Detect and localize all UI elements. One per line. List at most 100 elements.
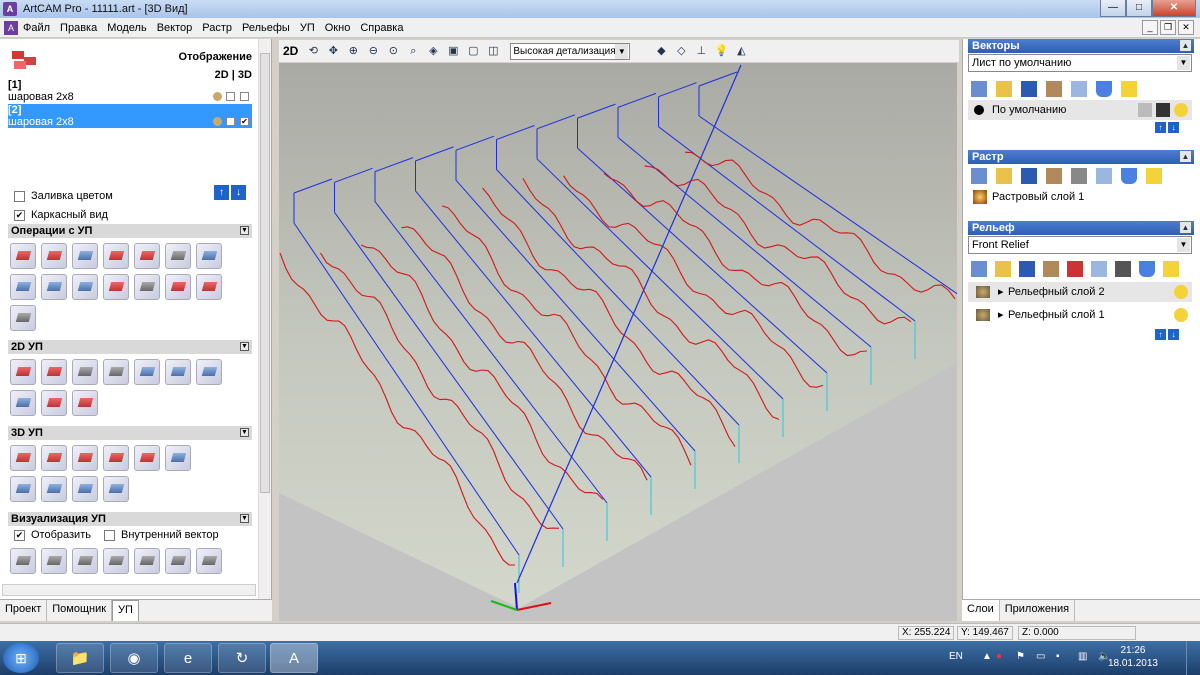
- edit-layer-icon[interactable]: [1156, 103, 1170, 117]
- move-up-icon[interactable]: ↑: [214, 185, 229, 200]
- section-2d-toolpaths[interactable]: 2D УП ▼: [8, 340, 252, 354]
- visibility-icon[interactable]: [1174, 308, 1188, 322]
- machine-vector-icon[interactable]: [72, 445, 98, 471]
- fill-color-option[interactable]: Заливка цветом: [14, 190, 113, 202]
- toolpath-tiling-icon[interactable]: [165, 274, 191, 300]
- move-relief-up-icon[interactable]: ↑: [1155, 329, 1166, 340]
- delete-relief-layer-icon[interactable]: [1139, 261, 1155, 277]
- toolpath-editor-icon[interactable]: [10, 305, 36, 331]
- menu-toolpaths[interactable]: УП: [295, 22, 320, 34]
- inner-vector-option[interactable]: Внутренний вектор: [104, 529, 219, 541]
- scrollbar-thumb[interactable]: [260, 53, 270, 493]
- merge-vector-layer-icon[interactable]: [1071, 81, 1087, 97]
- toolpath-order-icon[interactable]: [134, 274, 160, 300]
- wireframe-checkbox[interactable]: ✔: [14, 209, 25, 221]
- plane-icon[interactable]: ◭: [732, 42, 750, 60]
- artcam-app-icon[interactable]: A: [3, 2, 17, 16]
- ie-taskbar-icon[interactable]: e: [164, 643, 212, 673]
- toolpath-1-checkbox-b[interactable]: [240, 92, 249, 101]
- v-bit-carving-icon[interactable]: [72, 359, 98, 385]
- new-relief-layer-icon[interactable]: [971, 261, 987, 277]
- pan-icon[interactable]: ✥: [324, 42, 342, 60]
- raster-layer-1[interactable]: Растровый слой 1: [968, 187, 1192, 207]
- bevel-carving-icon[interactable]: [103, 359, 129, 385]
- collapse-icon[interactable]: ▼: [240, 342, 249, 351]
- relief-layer-2[interactable]: ▸ Рельефный слой 2: [968, 282, 1192, 302]
- simulate-region-icon[interactable]: [72, 548, 98, 574]
- toolpath-points-icon[interactable]: [196, 274, 222, 300]
- iso-view-icon[interactable]: ◈: [424, 42, 442, 60]
- grid-view-icon[interactable]: ◇: [672, 42, 690, 60]
- wireframe-option[interactable]: ✔ Каркасный вид: [14, 209, 108, 221]
- relief-section-header[interactable]: Рельеф ▲: [968, 221, 1194, 235]
- relief-bake-icon[interactable]: [1115, 261, 1131, 277]
- tab-project[interactable]: Проект: [0, 600, 48, 621]
- open-vector-layer-icon[interactable]: [996, 81, 1012, 97]
- vector-sheet-select[interactable]: Лист по умолчанию: [968, 54, 1192, 72]
- collapse-icon[interactable]: ▼: [240, 428, 249, 437]
- section-toolpath-operations[interactable]: Операции с УП ▼: [8, 224, 252, 238]
- menu-help[interactable]: Справка: [355, 22, 408, 34]
- left-view-icon[interactable]: ◫: [484, 42, 502, 60]
- tab-layers[interactable]: Слои: [962, 600, 1000, 621]
- drilling-icon[interactable]: [165, 359, 191, 385]
- 3d-viewport[interactable]: [279, 63, 957, 621]
- expand-arrow-icon[interactable]: ▸: [998, 282, 1004, 302]
- new-vector-layer-icon[interactable]: [971, 81, 987, 97]
- toolpath-2-checkbox-a[interactable]: [226, 117, 235, 126]
- smart-engraving-icon[interactable]: [10, 390, 36, 416]
- area-clearance-icon[interactable]: [41, 359, 67, 385]
- left-panel-hscrollbar[interactable]: [2, 584, 256, 596]
- simulation-relief-icon[interactable]: [196, 548, 222, 574]
- delete-raster-layer-icon[interactable]: [1121, 168, 1137, 184]
- zoom-out-icon[interactable]: ⊖: [364, 42, 382, 60]
- machine-relief-icon[interactable]: [10, 445, 36, 471]
- raster-layer-grey-icon[interactable]: [1071, 168, 1087, 184]
- taskbar-clock[interactable]: 21:26 18.01.2013: [1108, 644, 1158, 670]
- save-raster-layer-icon[interactable]: [1021, 168, 1037, 184]
- paste-relief-layer-icon[interactable]: [1043, 261, 1059, 277]
- menu-file[interactable]: Файл: [18, 22, 55, 34]
- rest-machining-icon[interactable]: [103, 445, 129, 471]
- engraving-icon[interactable]: [134, 359, 160, 385]
- document-icon[interactable]: A: [4, 20, 18, 35]
- top-view-icon[interactable]: ▣: [444, 42, 462, 60]
- simulation-color-icon[interactable]: [134, 548, 160, 574]
- toolpath-info-icon[interactable]: [41, 243, 67, 269]
- open-relief-layer-icon[interactable]: [995, 261, 1011, 277]
- collapse-icon[interactable]: ▲: [1180, 40, 1191, 51]
- relief-layer-visibility-icon[interactable]: [1163, 261, 1179, 277]
- section-3d-toolpaths[interactable]: 3D УП ▼: [8, 426, 252, 440]
- maximize-button[interactable]: □: [1126, 0, 1152, 17]
- tab-assistant[interactable]: Помощник: [47, 600, 113, 621]
- vectors-section-header[interactable]: Векторы ▲: [968, 39, 1194, 53]
- collapse-icon[interactable]: ▼: [240, 226, 249, 235]
- toolpath-1-index[interactable]: [1]: [8, 79, 252, 91]
- relief-options-icon[interactable]: [1091, 261, 1107, 277]
- waterline-icon[interactable]: [10, 476, 36, 502]
- layer-color-icon[interactable]: [974, 105, 984, 115]
- front-view-icon[interactable]: ▢: [464, 42, 482, 60]
- zoom-fit-icon[interactable]: ⊙: [384, 42, 402, 60]
- paste-vector-layer-icon[interactable]: [1046, 81, 1062, 97]
- mdi-minimize-button[interactable]: _: [1142, 20, 1158, 35]
- start-button[interactable]: ⊞: [3, 643, 39, 673]
- calculate-toolpath-icon[interactable]: [10, 243, 36, 269]
- 3d-profile-icon[interactable]: [72, 476, 98, 502]
- show-desktop-button[interactable]: [1186, 641, 1200, 675]
- transform-toolpath-icon[interactable]: [103, 274, 129, 300]
- batch-calculate-icon[interactable]: [103, 243, 129, 269]
- collapse-icon[interactable]: ▼: [240, 514, 249, 523]
- undo-toolpath-icon[interactable]: [103, 476, 129, 502]
- move-layer-down-icon[interactable]: ↓: [1168, 122, 1179, 133]
- simulation-block-view-icon[interactable]: [103, 548, 129, 574]
- minimize-button[interactable]: —: [1100, 0, 1126, 17]
- new-raster-layer-icon[interactable]: [971, 168, 987, 184]
- open-raster-layer-icon[interactable]: [996, 168, 1012, 184]
- tray-flag-icon[interactable]: ⚑: [1016, 651, 1025, 662]
- toolpath-template-icon[interactable]: [196, 243, 222, 269]
- menu-window[interactable]: Окно: [320, 22, 356, 34]
- menu-edit[interactable]: Правка: [55, 22, 102, 34]
- relief-select[interactable]: Front Relief: [968, 236, 1192, 254]
- move-relief-down-icon[interactable]: ↓: [1168, 329, 1179, 340]
